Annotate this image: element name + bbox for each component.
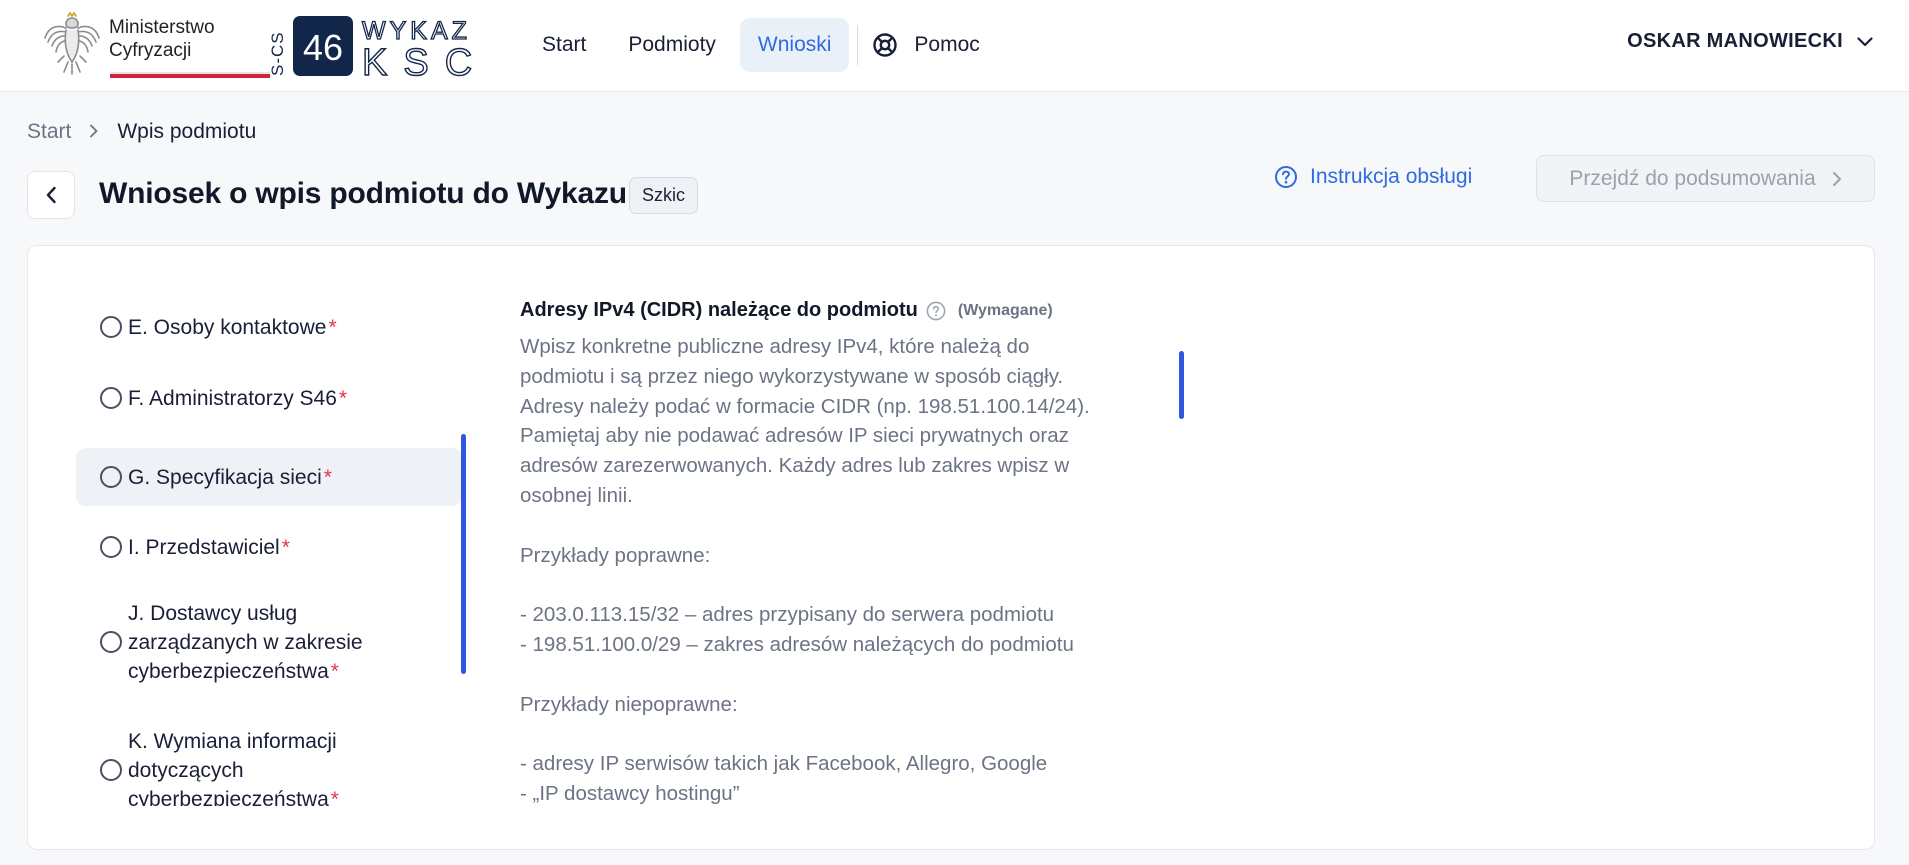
step-label: E. Osoby kontaktowe* <box>128 315 337 339</box>
manual-link-label: Instrukcja obsługi <box>1310 165 1473 188</box>
status-badge: Szkic <box>629 177 699 214</box>
chevron-right-icon <box>1832 171 1841 186</box>
top-bar: Ministerstwo Cyfryzacji S-CS 46 WYKAZ KS… <box>0 0 1909 92</box>
description-scrollbar[interactable] <box>1179 351 1184 419</box>
field-description: Wpisz konkretne publiczne adresy IPv4, k… <box>520 335 1090 805</box>
step-label: F. Administratorzy S46* <box>128 386 348 410</box>
step-radio <box>100 759 122 781</box>
help-circle-icon[interactable] <box>926 301 946 321</box>
step-item-e[interactable]: E. Osoby kontaktowe* <box>76 299 462 355</box>
step-label: I. Przedstawiciel* <box>128 535 290 559</box>
step-radio <box>100 631 122 653</box>
step-item-f[interactable]: F. Administratorzy S46* <box>76 370 462 426</box>
manual-link[interactable]: Instrukcja obsługi <box>1274 165 1472 189</box>
ministry-flag-bar <box>110 72 270 78</box>
field-panel: Adresy IPv4 (CIDR) należące do podmiotu … <box>520 286 1160 806</box>
back-button[interactable] <box>27 171 75 219</box>
step-item-j[interactable]: J. Dostawcy usług zarządzanych w zakresi… <box>76 592 462 692</box>
step-radio <box>100 536 122 558</box>
step-radio <box>100 316 122 338</box>
breadcrumb-current: Wpis podmiotu <box>117 120 257 143</box>
step-item-k[interactable]: K. Wymiana informacji dotyczących cyberb… <box>76 720 462 806</box>
wykaz-ksc-logo[interactable]: S-CS 46 WYKAZ KSC <box>266 14 506 78</box>
required-label: (Wymagane) <box>957 301 1053 319</box>
field-title: Adresy IPv4 (CIDR) należące do podmiotu … <box>520 299 1053 322</box>
nav-pomoc-label: Pomoc <box>914 33 980 56</box>
steps-scrollbar[interactable] <box>461 434 466 674</box>
ministry-logo[interactable]: Ministerstwo Cyfryzacji <box>42 12 270 80</box>
nav-start[interactable]: Start <box>524 18 604 72</box>
ministry-name-line1: Ministerstwo <box>109 17 215 38</box>
page-title: Wniosek o wpis podmiotu do Wykazu <box>99 177 627 210</box>
logo-side-text: S-CS <box>268 31 287 76</box>
go-to-summary-button[interactable]: Przejdź do podsumowania <box>1536 155 1875 202</box>
main-nav: Start Podmioty Wnioski Pomoc <box>524 18 994 72</box>
step-item-i[interactable]: I. Przedstawiciel* <box>76 519 462 575</box>
nav-divider <box>857 25 859 65</box>
lifebuoy-icon <box>873 33 898 57</box>
step-item-g[interactable]: G. Specyfikacja sieci* <box>76 448 462 506</box>
ministry-name-line2: Cyfryzacji <box>109 40 192 61</box>
step-label: J. Dostawcy usług zarządzanych w zakresi… <box>128 601 363 683</box>
nav-wnioski[interactable]: Wnioski <box>739 18 850 72</box>
logo-word-top: WYKAZ <box>362 17 471 45</box>
step-label: G. Specyfikacja sieci* <box>128 465 332 489</box>
steps-list: E. Osoby kontaktowe* F. Administratorzy … <box>76 286 486 806</box>
breadcrumb-chevron-icon <box>89 120 99 144</box>
chevron-down-icon <box>1857 36 1873 46</box>
field-title-text: Adresy IPv4 (CIDR) należące do podmiotu <box>520 299 918 321</box>
user-menu[interactable]: OSKAR MANOWIECKI <box>1627 30 1873 53</box>
chevron-left-icon <box>46 186 56 204</box>
breadcrumb-start[interactable]: Start <box>27 120 71 144</box>
breadcrumb: Start Wpis podmiotu <box>27 120 256 144</box>
ministry-name: Ministerstwo Cyfryzacji <box>109 16 215 62</box>
logo-word-bottom: KSC <box>362 42 488 78</box>
eagle-emblem-icon <box>44 12 100 75</box>
nav-podmioty[interactable]: Podmioty <box>610 18 734 72</box>
nav-pomoc[interactable]: Pomoc <box>866 18 993 72</box>
step-radio <box>100 466 122 488</box>
user-name: OSKAR MANOWIECKI <box>1627 30 1843 52</box>
logo-number: 46 <box>303 27 343 68</box>
question-circle-icon <box>1275 166 1297 188</box>
step-radio <box>100 387 122 409</box>
go-to-summary-label: Przejdź do podsumowania <box>1569 166 1816 190</box>
step-label: K. Wymiana informacji dotyczących cyberb… <box>128 729 339 807</box>
form-card: E. Osoby kontaktowe* F. Administratorzy … <box>27 245 1875 850</box>
